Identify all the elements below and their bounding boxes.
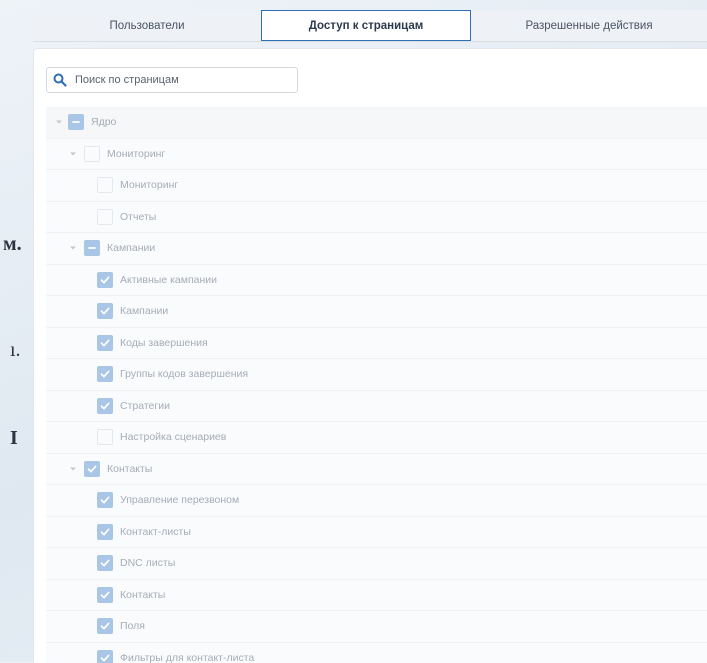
checkbox[interactable] [97,209,113,225]
background-text-fragment: м. [3,234,22,254]
checkbox[interactable] [97,177,113,193]
tree-row[interactable]: Отчеты [46,202,707,234]
checkbox-checked[interactable] [97,524,113,540]
tree-row[interactable]: Кампании [46,233,707,265]
page-tree: Ядро Мониторинг Мониторинг Отчеты Кампании Ак… [46,107,707,663]
checkbox-checked[interactable] [97,555,113,571]
tree-row[interactable]: Поля [46,611,707,643]
search-icon [53,73,67,87]
tab-bar: Пользователи Доступ к страницам Разрешен… [33,10,707,42]
background-text-fragment: ı. [10,340,21,360]
checkbox-checked[interactable] [97,398,113,414]
tree-row[interactable]: DNC листы [46,548,707,580]
checkbox-partial[interactable] [84,240,100,256]
tree-row[interactable]: Контакты [46,454,707,486]
tree-row-label: Стратегии [120,400,170,412]
checkbox-checked[interactable] [84,461,100,477]
tree-row-label: Отчеты [120,211,156,223]
tree-row-label: Поля [120,620,145,632]
tree-row-label: Мониторинг [107,148,165,160]
tree-row-label: Активные кампании [120,274,217,286]
tree-row[interactable]: Кампании [46,296,707,328]
tree-row[interactable]: Ядро [46,107,707,139]
checkbox-checked[interactable] [97,303,113,319]
tree-row-label: DNC листы [120,557,175,569]
checkbox-checked[interactable] [97,492,113,508]
tab-allowed-actions[interactable]: Разрешенные действия [471,10,707,41]
background-text-fragment: I [10,428,18,448]
tree-row[interactable]: Настройка сценариев [46,422,707,454]
checkbox-checked[interactable] [97,366,113,382]
checkbox-checked[interactable] [97,335,113,351]
tree-row-label: Кампании [107,242,155,254]
tree-row-label: Ядро [91,116,116,128]
checkbox-checked[interactable] [97,272,113,288]
tree-row[interactable]: Фильтры для контакт-листа [46,643,707,663]
checkbox-partial[interactable] [68,114,84,130]
tree-row[interactable]: Контакты [46,580,707,612]
tab-page-access[interactable]: Доступ к страницам [261,10,471,41]
checkbox-checked[interactable] [97,587,113,603]
search-box[interactable] [46,67,298,93]
tree-row[interactable]: Группы кодов завершения [46,359,707,391]
tree-row[interactable]: Стратегии [46,391,707,423]
tree-row-label: Контакты [120,589,165,601]
tree-row-label: Кампании [120,305,168,317]
tree-row-label: Управление перезвоном [120,494,239,506]
tree-row-label: Коды завершения [120,337,208,349]
tree-row[interactable]: Коды завершения [46,328,707,360]
chevron-down-icon[interactable] [68,243,78,253]
tree-row-label: Группы кодов завершения [120,368,248,380]
chevron-down-icon[interactable] [54,117,64,127]
tree-row-label: Настройка сценариев [120,431,226,443]
tree-row-label: Контакт-листы [120,526,191,538]
tree-row-label: Фильтры для контакт-листа [120,652,254,663]
chevron-down-icon[interactable] [68,464,78,474]
chevron-down-icon[interactable] [68,149,78,159]
tree-row[interactable]: Мониторинг [46,139,707,171]
tab-users[interactable]: Пользователи [33,10,261,41]
checkbox-checked[interactable] [97,618,113,634]
tree-row[interactable]: Мониторинг [46,170,707,202]
checkbox-checked[interactable] [97,650,113,663]
tree-row-label: Мониторинг [120,179,178,191]
tree-row-label: Контакты [107,463,152,475]
checkbox[interactable] [84,146,100,162]
page-access-panel: Ядро Мониторинг Мониторинг Отчеты Кампании Ак… [33,48,707,663]
checkbox[interactable] [97,429,113,445]
tree-row[interactable]: Управление перезвоном [46,485,707,517]
tree-row[interactable]: Контакт-листы [46,517,707,549]
tree-row[interactable]: Активные кампании [46,265,707,297]
search-input[interactable] [73,73,277,87]
